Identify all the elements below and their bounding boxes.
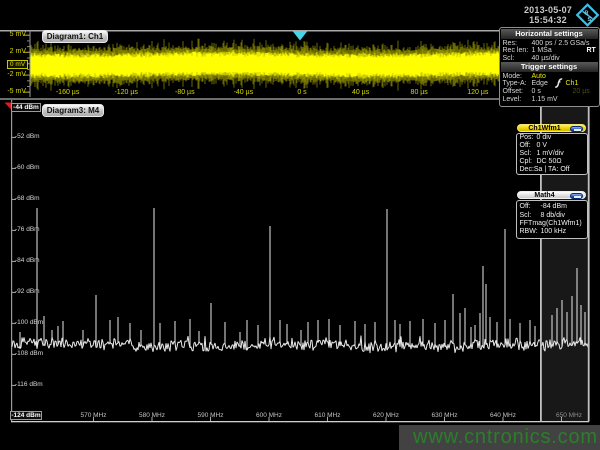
svg-text:R: R	[584, 11, 588, 17]
svg-text:S: S	[587, 17, 591, 23]
